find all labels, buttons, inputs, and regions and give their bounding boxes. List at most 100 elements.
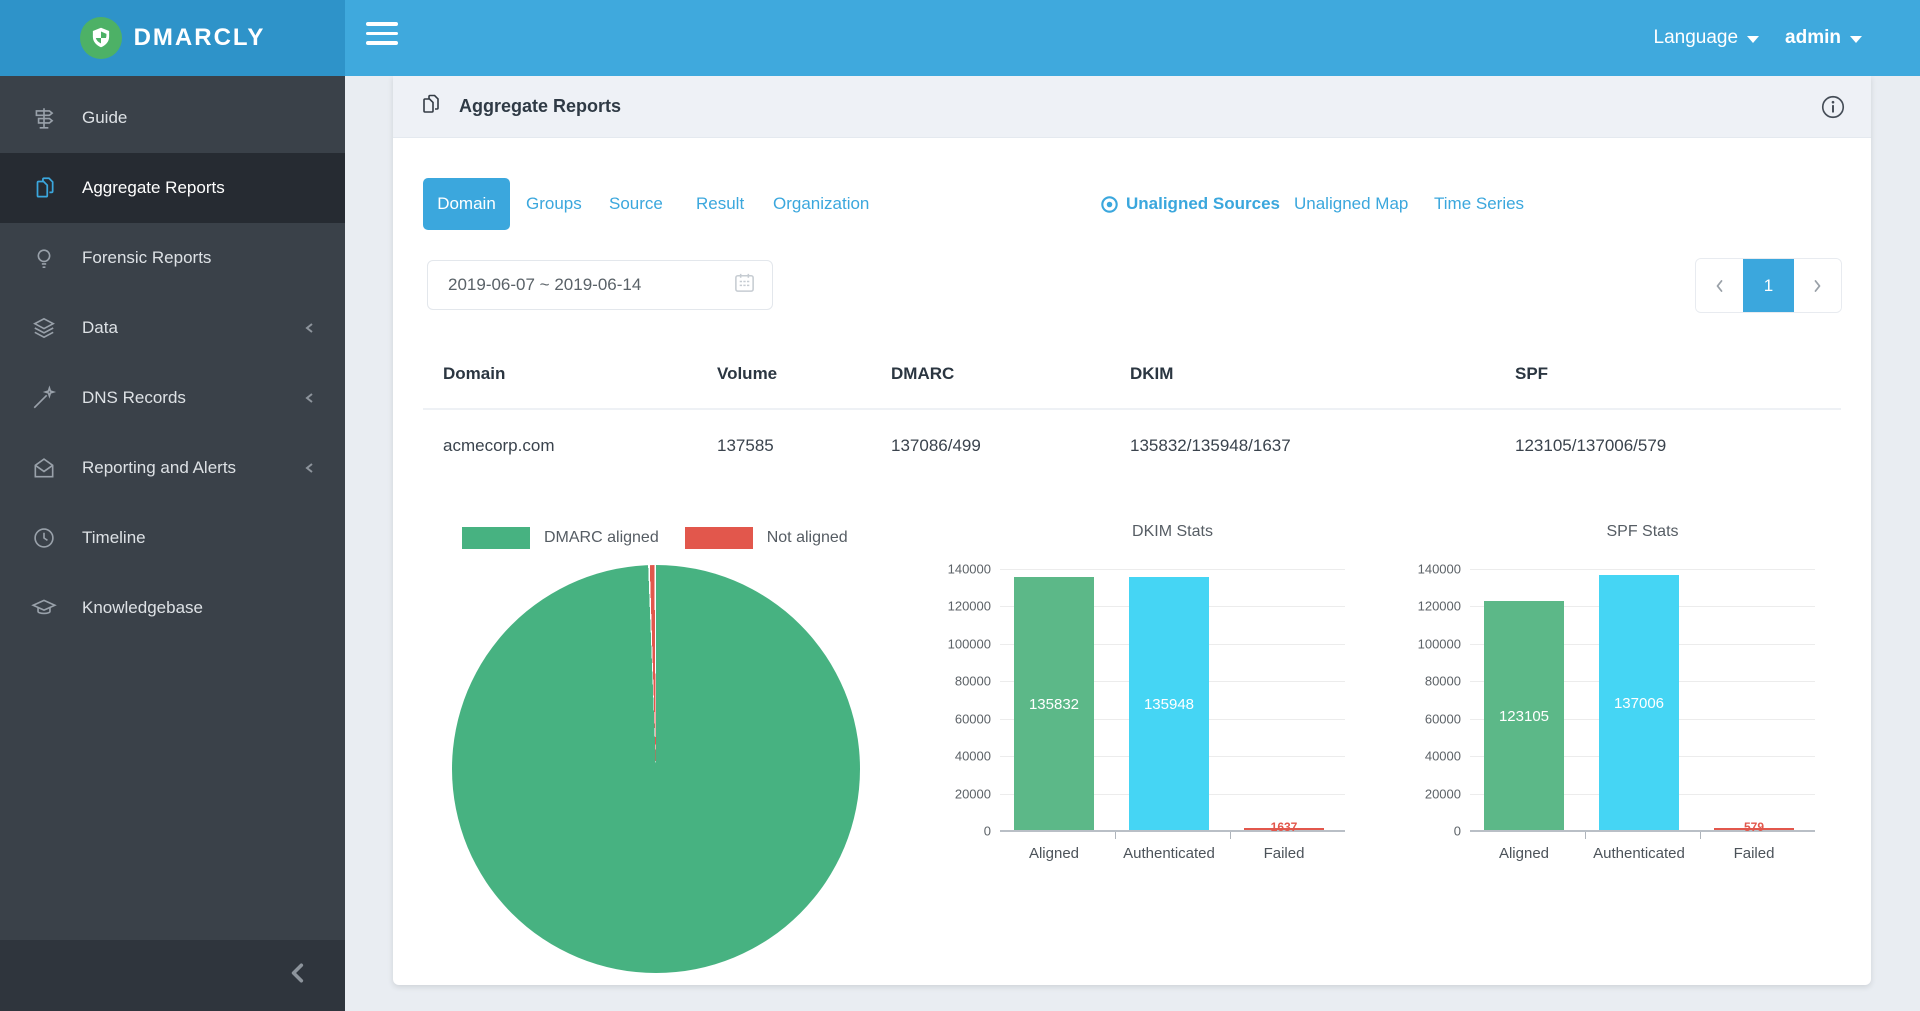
date-range-picker[interactable]: 2019-06-07 ~ 2019-06-14	[427, 260, 773, 310]
chevron-left-icon	[303, 461, 317, 475]
calendar-icon	[733, 271, 756, 299]
documents-icon	[419, 92, 443, 121]
dkim-stats-chart: DKIM Stats 02000040000600008000010000012…	[940, 523, 1350, 883]
y-axis-tick: 60000	[1425, 711, 1461, 726]
brand-name: DMARCLY	[134, 24, 266, 52]
x-axis-tick	[1230, 831, 1231, 839]
sidebar-item-data[interactable]: Data	[0, 293, 345, 363]
clock-icon	[30, 524, 58, 552]
sidebar-collapse-button[interactable]	[0, 940, 345, 1011]
x-axis-label: Failed	[1684, 845, 1824, 862]
pagination: 1	[1695, 258, 1842, 313]
table-divider	[423, 408, 1841, 410]
pie-legend: DMARC aligned Not aligned	[462, 526, 874, 550]
current-page-button[interactable]: 1	[1743, 259, 1794, 312]
sidebar: Guide Aggregate Reports Forensic Reports…	[0, 76, 345, 1011]
column-header-domain: Domain	[443, 364, 505, 384]
dmarc-alignment-pie-chart	[452, 565, 860, 973]
sidebar-item-reporting-and-alerts[interactable]: Reporting and Alerts	[0, 433, 345, 503]
y-axis-tick: 40000	[955, 749, 991, 764]
x-axis-label: Failed	[1214, 845, 1354, 862]
info-button[interactable]	[1821, 95, 1845, 119]
gridline	[1000, 569, 1345, 570]
tab-organization[interactable]: Organization	[773, 178, 869, 230]
username-label: admin	[1785, 27, 1841, 49]
tab-time-series[interactable]: Time Series	[1434, 178, 1524, 230]
legend-label-not-aligned: Not aligned	[767, 529, 848, 547]
graduation-cap-icon	[30, 594, 58, 622]
cell-volume: 137585	[717, 436, 774, 456]
bar-value-label: 137006	[1614, 695, 1664, 712]
sidebar-item-label: Forensic Reports	[82, 248, 211, 268]
y-axis-tick: 120000	[948, 599, 991, 614]
y-axis-tick: 140000	[1418, 562, 1461, 577]
x-axis-tick	[1115, 831, 1116, 839]
card-header: Aggregate Reports	[393, 76, 1871, 138]
prev-page-button[interactable]	[1696, 259, 1743, 312]
tab-source[interactable]: Source	[609, 178, 663, 230]
user-dropdown[interactable]: admin	[1785, 27, 1862, 49]
y-axis-tick: 120000	[1418, 599, 1461, 614]
layers-icon	[30, 314, 58, 342]
y-axis-tick: 140000	[948, 562, 991, 577]
y-axis-tick: 20000	[1425, 786, 1461, 801]
sidebar-item-label: Reporting and Alerts	[82, 458, 236, 478]
y-axis-tick: 100000	[948, 636, 991, 651]
cell-domain: acmecorp.com	[443, 436, 554, 456]
y-axis-tick: 100000	[1418, 636, 1461, 651]
card-body: Domain Groups Source Result Organization…	[393, 138, 1871, 985]
chevron-down-icon	[1850, 36, 1862, 43]
chart-title: SPF Stats	[1470, 523, 1815, 541]
sidebar-item-label: Aggregate Reports	[82, 178, 225, 198]
y-axis-tick: 20000	[955, 786, 991, 801]
sidebar-item-dns-records[interactable]: DNS Records	[0, 363, 345, 433]
target-icon	[1100, 195, 1119, 214]
bar-value-label: 579	[1714, 820, 1794, 834]
cell-dkim: 135832/135948/1637	[1130, 436, 1291, 456]
main-content: Aggregate Reports Domain Groups Source R…	[345, 76, 1920, 1011]
sidebar-item-label: Guide	[82, 108, 127, 128]
y-axis-tick: 40000	[1425, 749, 1461, 764]
tab-label: Unaligned Sources	[1126, 178, 1280, 230]
y-axis-tick: 0	[1454, 824, 1461, 839]
menu-toggle-button[interactable]	[366, 22, 400, 54]
lightbulb-icon	[30, 244, 58, 272]
chevron-down-icon	[1747, 36, 1759, 43]
y-axis-tick: 0	[984, 824, 991, 839]
legend-label-aligned: DMARC aligned	[544, 529, 659, 547]
sidebar-item-knowledgebase[interactable]: Knowledgebase	[0, 573, 345, 643]
y-axis-tick: 80000	[955, 674, 991, 689]
tab-groups[interactable]: Groups	[526, 178, 582, 230]
chevron-left-icon	[289, 963, 307, 988]
brand-logo[interactable]: DMARCLY	[0, 0, 345, 76]
sidebar-item-label: Knowledgebase	[82, 598, 203, 618]
bar-aligned: 135832	[1014, 577, 1094, 831]
tab-result[interactable]: Result	[696, 178, 744, 230]
sidebar-item-forensic-reports[interactable]: Forensic Reports	[0, 223, 345, 293]
language-label: Language	[1654, 27, 1739, 49]
sidebar-item-aggregate-reports[interactable]: Aggregate Reports	[0, 153, 345, 223]
tab-unaligned-map[interactable]: Unaligned Map	[1294, 178, 1408, 230]
bar-authenticated: 137006	[1599, 575, 1679, 831]
y-axis-tick: 80000	[1425, 674, 1461, 689]
x-axis-tick	[1585, 831, 1586, 839]
sidebar-item-guide[interactable]: Guide	[0, 83, 345, 153]
sidebar-item-timeline[interactable]: Timeline	[0, 503, 345, 573]
column-header-dmarc: DMARC	[891, 364, 954, 384]
magic-wand-icon	[30, 384, 58, 412]
tab-domain[interactable]: Domain	[423, 178, 510, 230]
dmarcly-shield-icon	[80, 17, 122, 59]
page-title: Aggregate Reports	[459, 96, 621, 117]
legend-swatch-not-aligned	[685, 527, 753, 549]
column-header-volume: Volume	[717, 364, 777, 384]
top-navbar: DMARCLY Language admin	[0, 0, 1920, 76]
signpost-icon	[30, 104, 58, 132]
bar-value-label: 135948	[1144, 696, 1194, 713]
tab-unaligned-sources[interactable]: Unaligned Sources	[1100, 178, 1280, 230]
next-page-button[interactable]	[1794, 259, 1841, 312]
date-range-value: 2019-06-07 ~ 2019-06-14	[448, 275, 733, 295]
language-dropdown[interactable]: Language	[1654, 27, 1760, 49]
chart-plot: 0200004000060000800001000001200001400001…	[1470, 569, 1815, 831]
legend-swatch-aligned	[462, 527, 530, 549]
bar-value-label: 135832	[1029, 696, 1079, 713]
